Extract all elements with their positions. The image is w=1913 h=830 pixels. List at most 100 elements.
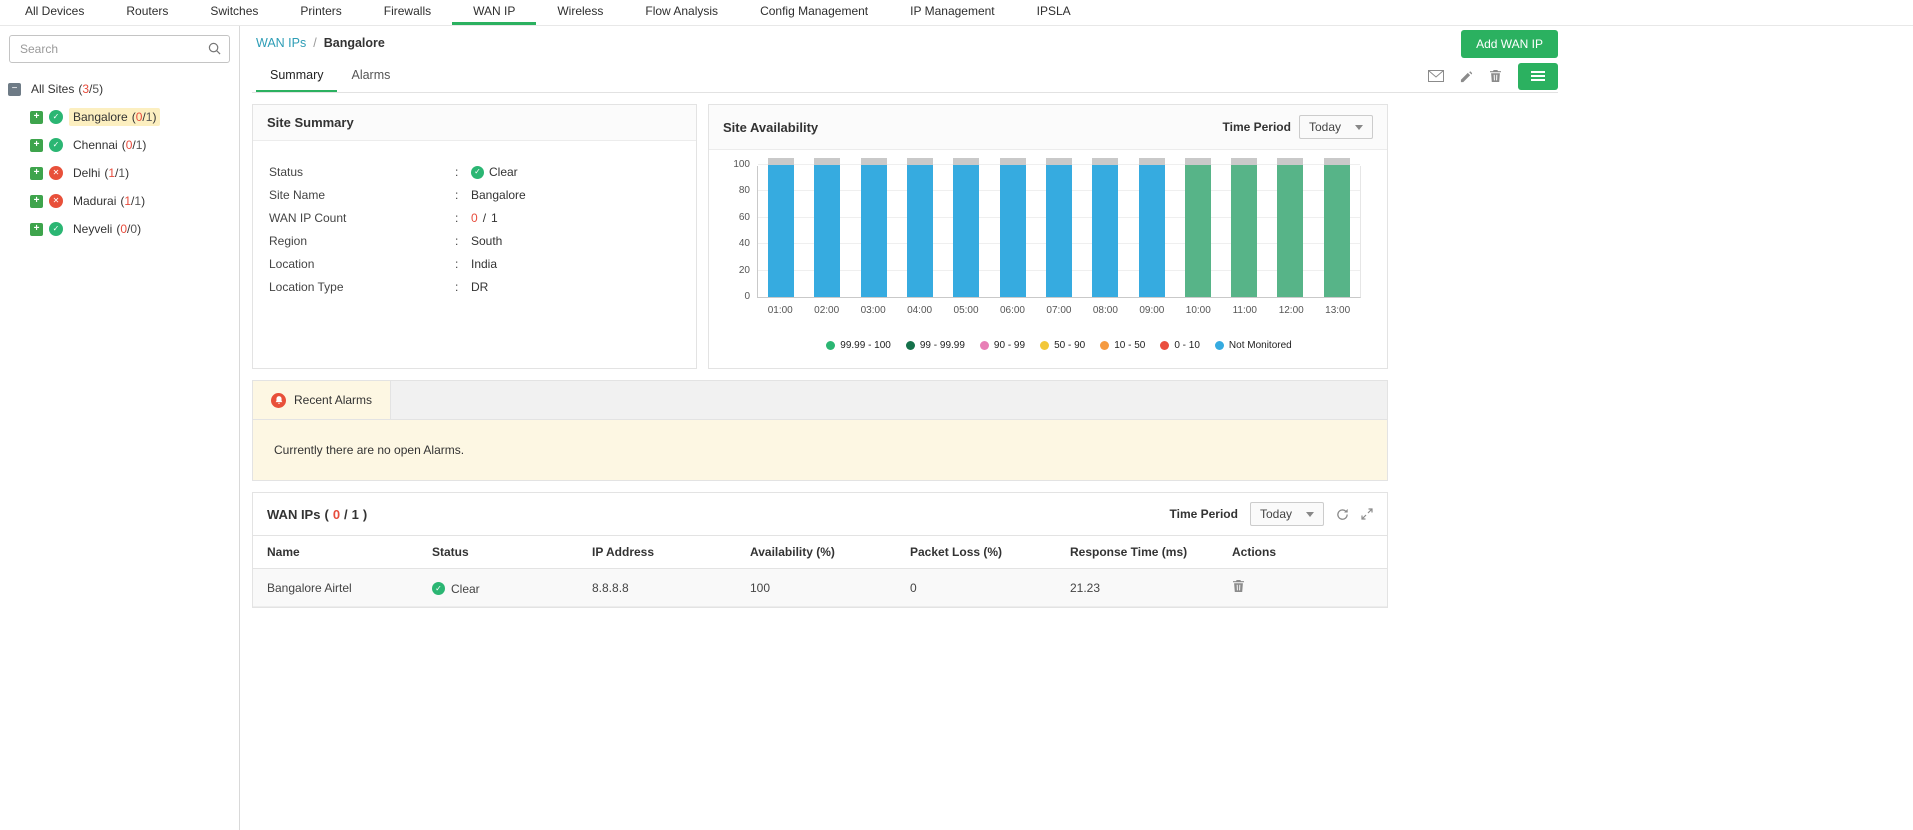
field-colon: : bbox=[455, 257, 471, 271]
nav-item-routers[interactable]: Routers bbox=[105, 0, 189, 25]
time-period-label: Time Period bbox=[1223, 120, 1291, 134]
nav-item-printers[interactable]: Printers bbox=[279, 0, 362, 25]
tab-bar: SummaryAlarms bbox=[252, 60, 1558, 93]
nav-item-ip-management[interactable]: IP Management bbox=[889, 0, 1016, 25]
sidebar-item-bangalore[interactable]: +✓Bangalore(0/1) bbox=[0, 103, 239, 131]
expand-plus-icon[interactable]: + bbox=[30, 195, 43, 208]
recent-alarms-label: Recent Alarms bbox=[294, 393, 372, 407]
check-circle-icon: ✓ bbox=[49, 222, 63, 236]
delete-icon[interactable] bbox=[1489, 69, 1502, 83]
field-colon: : bbox=[455, 188, 471, 202]
top-nav: All DevicesRoutersSwitchesPrintersFirewa… bbox=[0, 0, 1913, 26]
cell-actions bbox=[1218, 569, 1387, 607]
cross-circle-icon: ✕ bbox=[49, 166, 63, 180]
app-layout: − All Sites (3/5) +✓Bangalore(0/1)+✓Chen… bbox=[0, 26, 1913, 830]
time-period-value: Today bbox=[1260, 507, 1292, 521]
wan-time-period-select[interactable]: Today bbox=[1250, 502, 1324, 526]
tab-summary[interactable]: Summary bbox=[256, 60, 337, 92]
bar-group-07-00 bbox=[1046, 158, 1072, 297]
add-wan-ip-button[interactable]: Add WAN IP bbox=[1461, 30, 1558, 58]
site-item-text: Bangalore(0/1) bbox=[69, 108, 160, 126]
cell-availability: 100 bbox=[736, 569, 896, 607]
mail-icon[interactable] bbox=[1428, 70, 1444, 82]
wan-count-close: ) bbox=[363, 507, 367, 522]
sidebar-item-delhi[interactable]: + ✕ Delhi (1/1) bbox=[0, 159, 239, 187]
summary-field-location-type: Location Type:DR bbox=[269, 280, 680, 294]
nav-item-config-management[interactable]: Config Management bbox=[739, 0, 889, 25]
nav-item-wireless[interactable]: Wireless bbox=[536, 0, 624, 25]
collapse-icon[interactable]: − bbox=[8, 83, 21, 96]
site-count: (1/1) bbox=[104, 166, 129, 180]
site-name: Delhi bbox=[73, 166, 100, 180]
menu-icon[interactable] bbox=[1518, 63, 1558, 90]
bar-cap bbox=[1231, 158, 1257, 165]
search-input[interactable] bbox=[9, 35, 230, 63]
field-label: Location bbox=[269, 257, 455, 271]
maximize-icon[interactable] bbox=[1361, 508, 1373, 520]
tab-recent-alarms[interactable]: Recent Alarms bbox=[253, 381, 391, 419]
time-period-control: Time Period Today bbox=[1223, 115, 1374, 139]
x-axis-label: 09:00 bbox=[1139, 305, 1165, 316]
sidebar-item-neyveli[interactable]: + ✓ Neyveli(0/0) bbox=[0, 215, 239, 243]
delete-icon[interactable] bbox=[1232, 579, 1245, 593]
legend-item-0-10: 0 - 10 bbox=[1160, 340, 1200, 351]
legend-dot bbox=[1040, 341, 1049, 350]
edit-icon[interactable] bbox=[1460, 70, 1473, 83]
chevron-down-icon bbox=[1355, 125, 1363, 130]
nav-item-wan-ip[interactable]: WAN IP bbox=[452, 0, 536, 25]
nav-item-all-devices[interactable]: All Devices bbox=[4, 0, 105, 25]
main-content: WAN IPs / Bangalore Add WAN IP SummaryAl… bbox=[240, 26, 1913, 830]
bar-group-06-00 bbox=[1000, 158, 1026, 297]
wan-count-open: ( bbox=[324, 507, 328, 522]
legend-dot bbox=[906, 341, 915, 350]
summary-field-wan-ip-count: WAN IP Count:0/1 bbox=[269, 211, 680, 225]
time-period-select[interactable]: Today bbox=[1299, 115, 1373, 139]
site-name: Bangalore bbox=[73, 110, 128, 124]
search-box bbox=[9, 35, 230, 63]
sidebar-item-chennai[interactable]: +✓Chennai(0/1) bbox=[0, 131, 239, 159]
site-count: (0/1) bbox=[122, 138, 147, 152]
wan-ips-title-text: WAN IPs bbox=[267, 507, 320, 522]
bar-group-10-00 bbox=[1185, 158, 1211, 297]
expand-plus-icon[interactable]: + bbox=[30, 167, 43, 180]
bar-cap bbox=[1185, 158, 1211, 165]
site-availability-header: Site Availability Time Period Today bbox=[709, 105, 1387, 150]
expand-plus-icon[interactable]: + bbox=[30, 223, 43, 236]
bar-group-11-00 bbox=[1231, 158, 1257, 297]
column-ip-address: IP Address bbox=[578, 536, 736, 569]
site-summary-header: Site Summary bbox=[253, 105, 696, 141]
site-item-text: Neyveli(0/0) bbox=[69, 220, 145, 238]
bar-cap bbox=[907, 158, 933, 165]
sidebar-item-all-sites[interactable]: − All Sites (3/5) bbox=[0, 75, 239, 103]
tab-alarms[interactable]: Alarms bbox=[337, 60, 404, 92]
breadcrumb-bar: WAN IPs / Bangalore Add WAN IP bbox=[252, 26, 1558, 60]
wan-ips-controls: Time Period Today bbox=[1170, 502, 1374, 526]
breadcrumb-wan-ips-link[interactable]: WAN IPs bbox=[256, 36, 306, 50]
column-availability: Availability (%) bbox=[736, 536, 896, 569]
sidebar-item-madurai[interactable]: +✕Madurai(1/1) bbox=[0, 187, 239, 215]
bar-cap bbox=[1092, 158, 1118, 165]
time-period-value: Today bbox=[1309, 120, 1341, 134]
tab-actions bbox=[1428, 60, 1558, 92]
availability-bar bbox=[1231, 165, 1257, 297]
search-icon[interactable] bbox=[208, 42, 221, 55]
chevron-down-icon bbox=[1306, 512, 1314, 517]
breadcrumb: WAN IPs / Bangalore bbox=[252, 36, 385, 50]
nav-item-firewalls[interactable]: Firewalls bbox=[363, 0, 452, 25]
site-availability-panel: Site Availability Time Period Today 0204… bbox=[708, 104, 1388, 369]
panels-row: Site Summary Status:✓ClearSite Name:Bang… bbox=[252, 104, 1388, 369]
cell-response-time: 21.23 bbox=[1056, 569, 1218, 607]
nav-item-ipsla[interactable]: IPSLA bbox=[1016, 0, 1092, 25]
field-colon: : bbox=[455, 165, 471, 179]
y-axis-label: 20 bbox=[722, 265, 750, 276]
legend-item-90-99: 90 - 99 bbox=[980, 340, 1025, 351]
expand-plus-icon[interactable]: + bbox=[30, 139, 43, 152]
wan-ips-table: NameStatusIP AddressAvailability (%)Pack… bbox=[253, 535, 1387, 607]
expand-plus-icon[interactable]: + bbox=[30, 111, 43, 124]
refresh-icon[interactable] bbox=[1336, 508, 1349, 521]
nav-item-flow-analysis[interactable]: Flow Analysis bbox=[624, 0, 739, 25]
site-count: (1/1) bbox=[120, 194, 145, 208]
nav-item-switches[interactable]: Switches bbox=[189, 0, 279, 25]
availability-bar bbox=[953, 165, 979, 297]
x-axis-label: 12:00 bbox=[1278, 305, 1304, 316]
